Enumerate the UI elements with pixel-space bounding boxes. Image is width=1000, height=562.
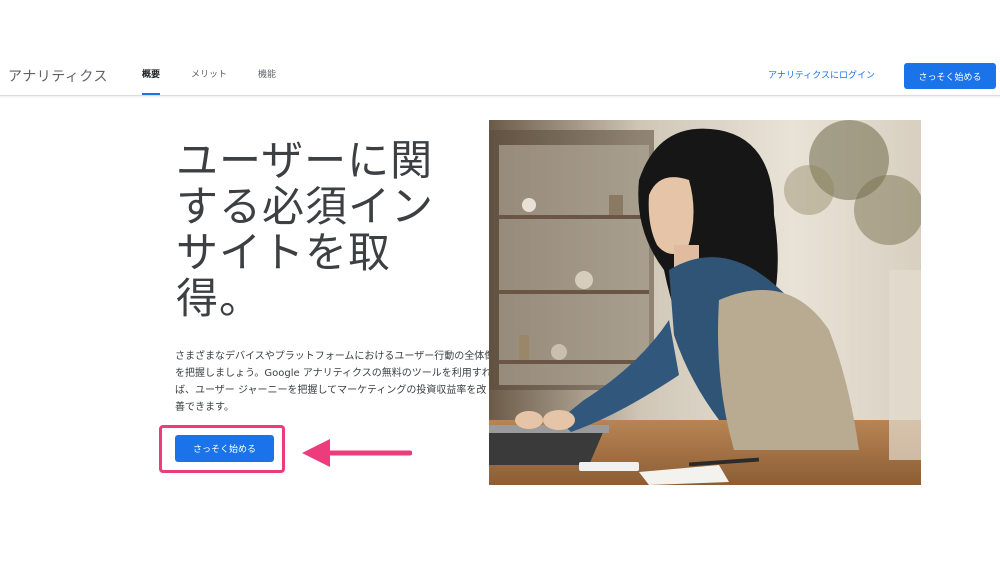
nav-tabs: 概要 メリット 機能: [138, 56, 303, 95]
hero-headline: ユーザーに関する必須インサイトを取得。: [176, 136, 435, 323]
hero-get-started-button[interactable]: さっそく始める: [175, 435, 274, 462]
brand-title[interactable]: アナリティクス: [8, 66, 108, 86]
hero-description: さまざまなデバイスやプラットフォームにおけるユーザー行動の全体像を把握しましょう…: [175, 351, 495, 413]
tab-overview[interactable]: 概要: [138, 56, 164, 95]
login-link[interactable]: アナリティクスにログイン: [768, 68, 875, 81]
hero-photo: [489, 120, 921, 485]
tab-benefits[interactable]: メリット: [187, 56, 231, 95]
top-navigation-bar: アナリティクス 概要 メリット 機能 アナリティクスにログイン さっそく始める: [0, 56, 1000, 96]
header-get-started-button[interactable]: さっそく始める: [904, 63, 996, 89]
arrow-left-icon: [302, 439, 412, 467]
tab-features[interactable]: 機能: [254, 56, 280, 95]
woman-working-on-laptop-illustration: [489, 120, 921, 485]
